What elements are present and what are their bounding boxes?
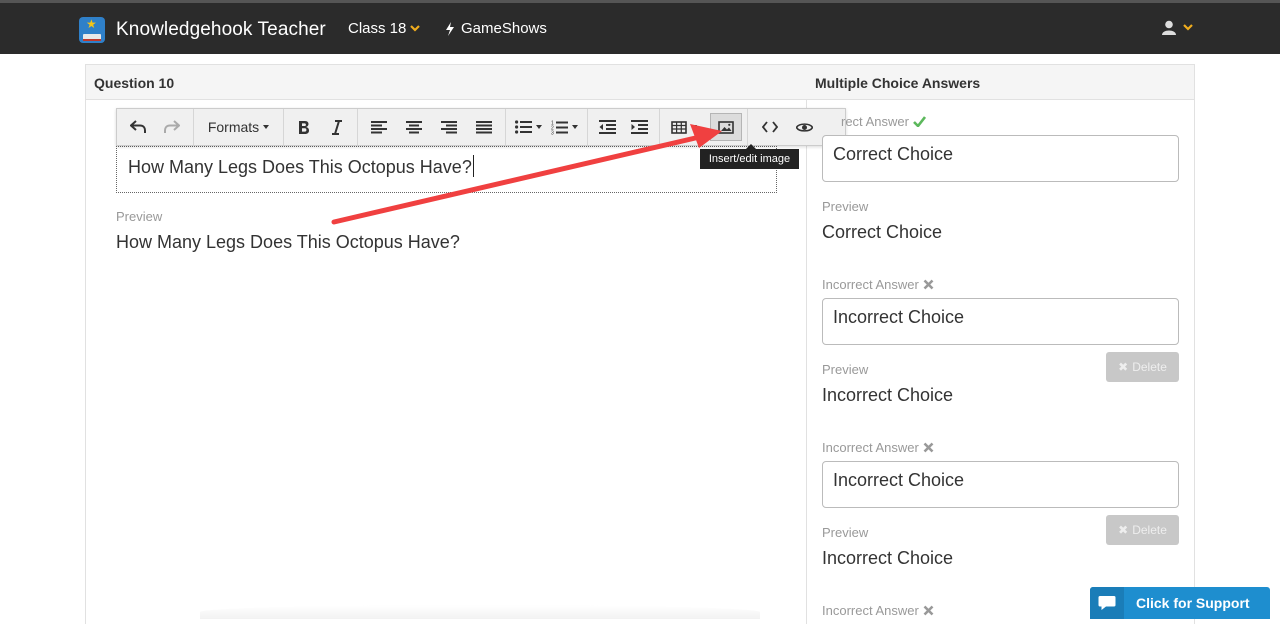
history-group xyxy=(117,109,194,145)
question-panel: Question 10 How Many Legs Does This Octo… xyxy=(85,64,807,624)
numbered-list-icon: 123 xyxy=(551,120,569,135)
outdent-button[interactable] xyxy=(592,113,624,141)
style-group xyxy=(284,109,358,145)
x-mark-icon xyxy=(923,605,934,616)
text-caret xyxy=(472,155,474,177)
align-right-icon xyxy=(440,120,457,133)
chevron-down-icon xyxy=(410,25,421,32)
image-icon xyxy=(718,120,734,134)
insert-image-button[interactable] xyxy=(710,113,742,141)
x-mark-icon: ✖ xyxy=(1118,523,1129,537)
bold-icon xyxy=(299,120,310,134)
answer-input[interactable]: Correct Choice xyxy=(822,135,1179,182)
correct-answer-label: rect Answer xyxy=(841,114,926,129)
insert-group xyxy=(660,109,748,145)
question-editor[interactable]: How Many Legs Does This Octopus Have? xyxy=(116,146,777,193)
answer-preview-label: Preview xyxy=(822,525,869,540)
italic-button[interactable] xyxy=(321,113,354,141)
formats-label: Formats xyxy=(207,119,260,135)
answer-preview-label: Preview xyxy=(822,199,869,214)
chevron-down-icon xyxy=(1183,24,1193,31)
x-mark-icon: ✖ xyxy=(1118,360,1129,374)
question-title: Question 10 xyxy=(86,64,806,100)
user-icon xyxy=(1162,20,1176,35)
caret-down-icon xyxy=(572,125,579,129)
bottom-shadow xyxy=(200,605,760,619)
table-button[interactable] xyxy=(664,113,704,141)
bullet-list-button[interactable] xyxy=(510,113,547,141)
checkmark-icon xyxy=(913,116,926,127)
caret-down-icon xyxy=(263,125,270,129)
delete-answer-button[interactable]: ✖ Delete xyxy=(1106,515,1179,545)
outdent-icon xyxy=(599,120,617,134)
align-justify-icon xyxy=(475,120,492,133)
question-preview-label: Preview xyxy=(116,209,163,224)
caret-down-icon xyxy=(691,125,697,129)
chat-bubble-icon xyxy=(1090,587,1124,619)
numbered-list-button[interactable]: 123 xyxy=(547,113,584,141)
align-left-button[interactable] xyxy=(362,113,397,141)
editor-toolbar: Formats 123 xyxy=(116,108,846,146)
align-center-button[interactable] xyxy=(397,113,432,141)
answer-preview-text: Correct Choice xyxy=(822,222,943,242)
gameshows-link[interactable]: GameShows xyxy=(445,20,547,37)
bold-button[interactable] xyxy=(288,113,321,141)
indent-icon xyxy=(630,120,648,134)
answer-preview-label: Preview xyxy=(822,362,869,377)
top-navbar: ★ Knowledgehook Teacher Class 18 GameSho… xyxy=(0,0,1280,54)
table-icon xyxy=(671,120,687,134)
delete-answer-button[interactable]: ✖ Delete xyxy=(1106,352,1179,382)
indent-group xyxy=(588,109,660,145)
code-icon xyxy=(761,121,778,133)
answer-preview-text: Incorrect Choice xyxy=(822,385,954,405)
svg-text:3: 3 xyxy=(551,130,554,135)
answers-title: Multiple Choice Answers xyxy=(806,64,1194,100)
redo-icon xyxy=(164,120,180,133)
align-right-button[interactable] xyxy=(432,113,467,141)
bullet-list-icon xyxy=(514,120,532,134)
class-label: Class 18 xyxy=(348,20,407,37)
incorrect-answer-label: Incorrect Answer xyxy=(822,603,934,618)
x-mark-icon xyxy=(923,279,934,290)
align-group xyxy=(358,109,506,145)
brand[interactable]: ★ Knowledgehook Teacher xyxy=(79,17,326,43)
x-mark-icon xyxy=(923,442,934,453)
formats-group: Formats xyxy=(194,109,284,145)
align-center-icon xyxy=(406,120,423,133)
question-preview-text: How Many Legs Does This Octopus Have? xyxy=(116,232,460,252)
lightning-icon xyxy=(446,21,454,36)
undo-button[interactable] xyxy=(121,113,155,141)
incorrect-answer-label: Incorrect Answer xyxy=(822,440,934,455)
gameshows-label: GameShows xyxy=(461,20,547,37)
italic-icon xyxy=(331,119,342,135)
answers-panel: Multiple Choice Answers rect Answer Corr… xyxy=(806,64,1195,624)
knowledgehook-logo-icon: ★ xyxy=(79,17,105,43)
insert-image-tooltip: Insert/edit image xyxy=(700,144,799,169)
incorrect-answer-label: Incorrect Answer xyxy=(822,277,934,292)
class-dropdown[interactable]: Class 18 xyxy=(348,20,421,37)
redo-button[interactable] xyxy=(155,113,189,141)
question-editor-text: How Many Legs Does This Octopus Have? xyxy=(128,157,472,177)
support-button[interactable]: Click for Support xyxy=(1090,587,1270,619)
formats-dropdown[interactable]: Formats xyxy=(207,113,270,141)
list-group: 123 xyxy=(506,109,588,145)
user-menu[interactable] xyxy=(1162,20,1193,35)
brand-name: Knowledgehook Teacher xyxy=(116,19,326,40)
answer-input[interactable]: Incorrect Choice xyxy=(822,298,1179,345)
answer-preview-text: Incorrect Choice xyxy=(822,548,954,568)
source-code-button[interactable] xyxy=(752,113,787,141)
indent-button[interactable] xyxy=(624,113,656,141)
caret-down-icon xyxy=(535,125,542,129)
answer-input[interactable]: Incorrect Choice xyxy=(822,461,1179,508)
support-label: Click for Support xyxy=(1136,595,1250,611)
align-left-icon xyxy=(371,120,388,133)
align-justify-button[interactable] xyxy=(466,113,501,141)
undo-icon xyxy=(130,120,146,133)
